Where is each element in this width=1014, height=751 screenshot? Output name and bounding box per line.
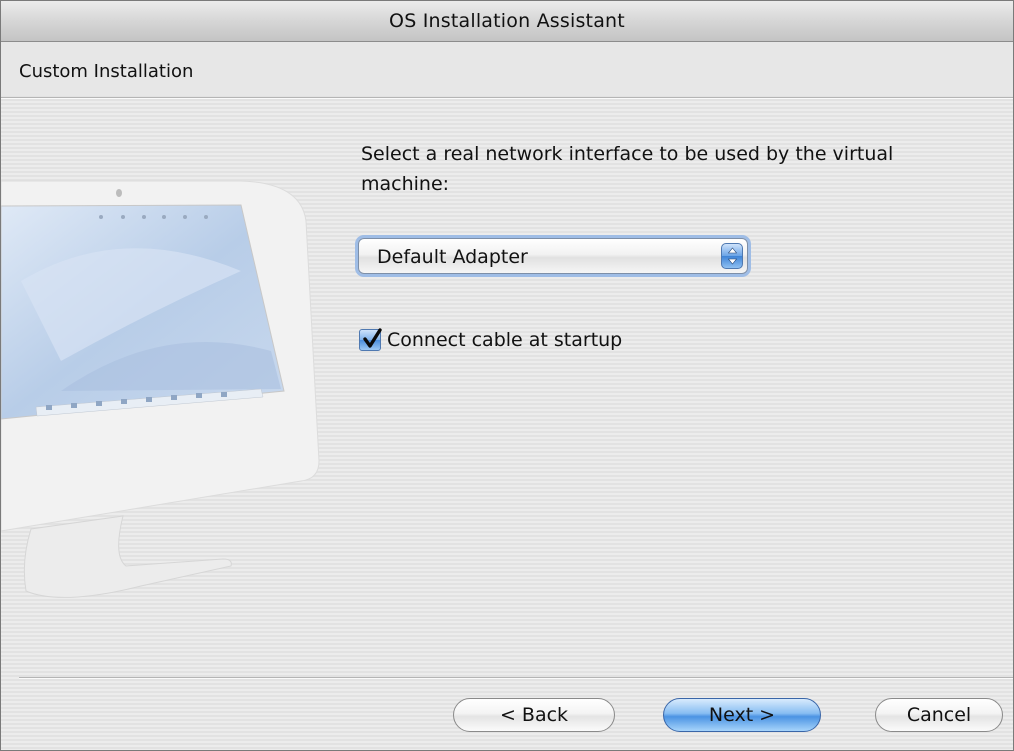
network-interface-popup[interactable]: Default Adapter — [358, 238, 748, 274]
next-button[interactable]: Next > — [663, 698, 821, 732]
connect-cable-label: Connect cable at startup — [387, 329, 623, 351]
section-header: Custom Installation — [1, 42, 1013, 96]
footer-divider — [19, 677, 1013, 678]
back-button[interactable]: < Back — [453, 698, 615, 732]
popup-arrows-icon — [721, 243, 743, 269]
cancel-button[interactable]: Cancel — [875, 698, 1003, 732]
header-divider — [1, 97, 1013, 98]
window-title: OS Installation Assistant — [389, 10, 625, 32]
connect-cable-checkbox[interactable] — [359, 328, 382, 351]
checkmark-icon — [363, 328, 382, 348]
network-prompt: Select a real network interface to be us… — [361, 143, 894, 195]
title-bar[interactable]: OS Installation Assistant — [1, 1, 1013, 42]
section-title: Custom Installation — [19, 61, 194, 82]
installer-window: OS Installation Assistant Custom Install… — [0, 0, 1014, 751]
network-interface-value: Default Adapter — [377, 246, 528, 268]
connect-cable-option[interactable]: Connect cable at startup — [359, 327, 622, 353]
computer-illustration — [1, 161, 331, 611]
imac-image — [1, 180, 320, 598]
